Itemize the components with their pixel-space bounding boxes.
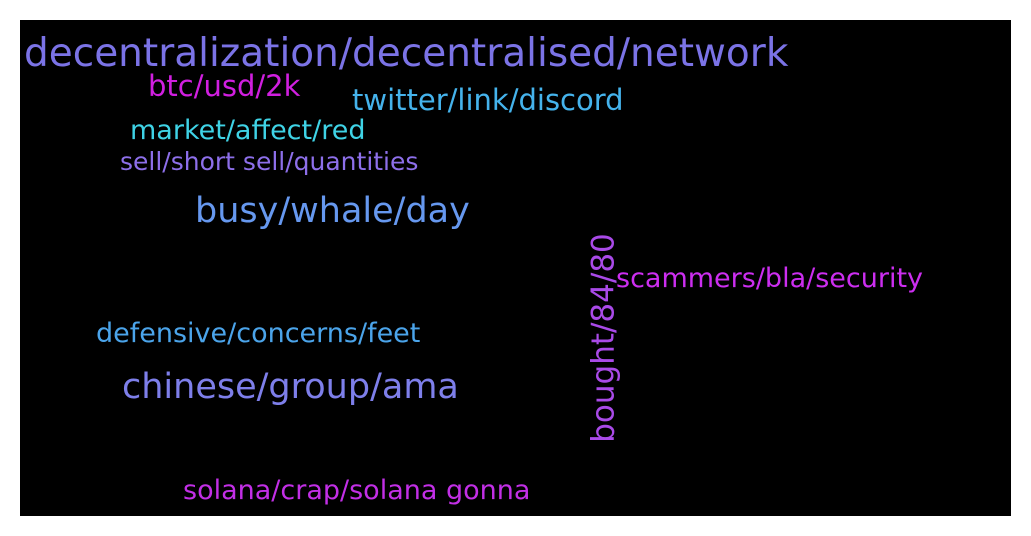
word-chinese-group-ama: chinese/group/ama	[122, 367, 459, 407]
word-market-affect-red: market/affect/red	[130, 115, 366, 146]
word-scammers-bla-security: scammers/bla/security	[616, 263, 924, 294]
word-sell-short: sell/short sell/quantities	[120, 147, 419, 176]
word-decentralization: decentralization/decentralised/network	[24, 31, 789, 76]
word-btc-usd: btc/usd/2k	[148, 69, 301, 103]
word-twitter-link-discord: twitter/link/discord	[352, 83, 624, 117]
word-cloud-canvas: decentralization/decentralised/network b…	[20, 20, 1011, 516]
word-solana-crap: solana/crap/solana gonna	[183, 475, 531, 506]
word-defensive-concerns-feet: defensive/concerns/feet	[96, 318, 421, 349]
word-bought-84-80: bought/84/80	[585, 233, 622, 443]
word-busy-whale-day: busy/whale/day	[195, 191, 470, 231]
